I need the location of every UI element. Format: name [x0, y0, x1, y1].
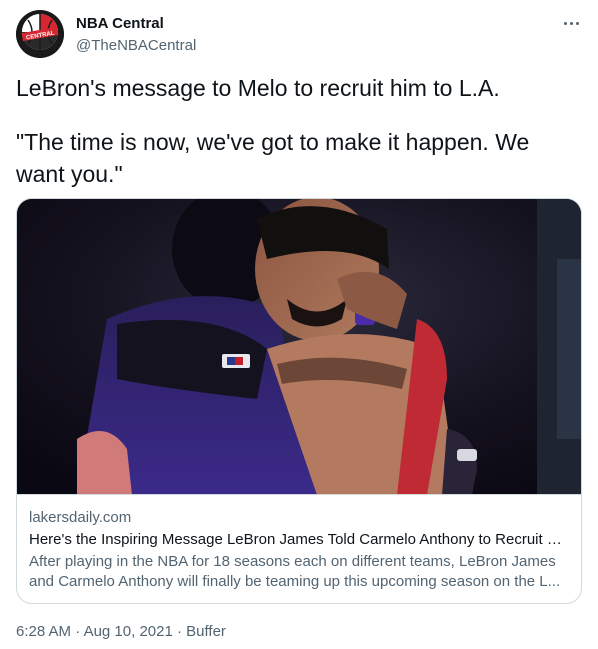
display-name[interactable]: NBA Central	[76, 14, 196, 34]
author-info: NBA Central @TheNBACentral	[76, 14, 196, 56]
avatar[interactable]: CENTRAL	[16, 10, 64, 58]
tweet-text: LeBron's message to Melo to recruit him …	[16, 72, 576, 190]
tweet-meta: 6:28 AM · Aug 10, 2021 · Buffer	[16, 622, 226, 642]
card-description: After playing in the NBA for 18 seasons …	[29, 553, 561, 590]
basketball-logo-icon: CENTRAL	[16, 10, 64, 58]
meta-separator: ·	[75, 623, 81, 640]
card-title: Here's the Inspiring Message LeBron Jame…	[29, 531, 569, 548]
tweet-text-quote: "The time is now, we've got to make it h…	[16, 129, 530, 187]
tweet: CENTRAL NBA Central @TheNBACentral LeBro…	[0, 0, 598, 649]
tweet-time[interactable]: 6:28 AM	[16, 623, 71, 640]
meta-separator: ·	[176, 623, 182, 640]
card-body: lakersdaily.com Here's the Inspiring Mes…	[17, 496, 581, 592]
card-domain: lakersdaily.com	[29, 509, 132, 526]
tweet-source[interactable]: Buffer	[186, 623, 226, 640]
more-options-button[interactable]	[558, 10, 584, 36]
photo-icon: 4	[17, 199, 581, 494]
tweet-text-line: LeBron's message to Melo to recruit him …	[16, 75, 500, 101]
tweet-date[interactable]: Aug 10, 2021	[84, 623, 173, 640]
card-image[interactable]: 4	[17, 199, 581, 495]
ellipsis-icon	[563, 21, 567, 25]
user-handle[interactable]: @TheNBACentral	[76, 36, 196, 56]
link-preview-card[interactable]: 4 lakersdaily.com Here's the Inspiring M…	[16, 198, 582, 604]
